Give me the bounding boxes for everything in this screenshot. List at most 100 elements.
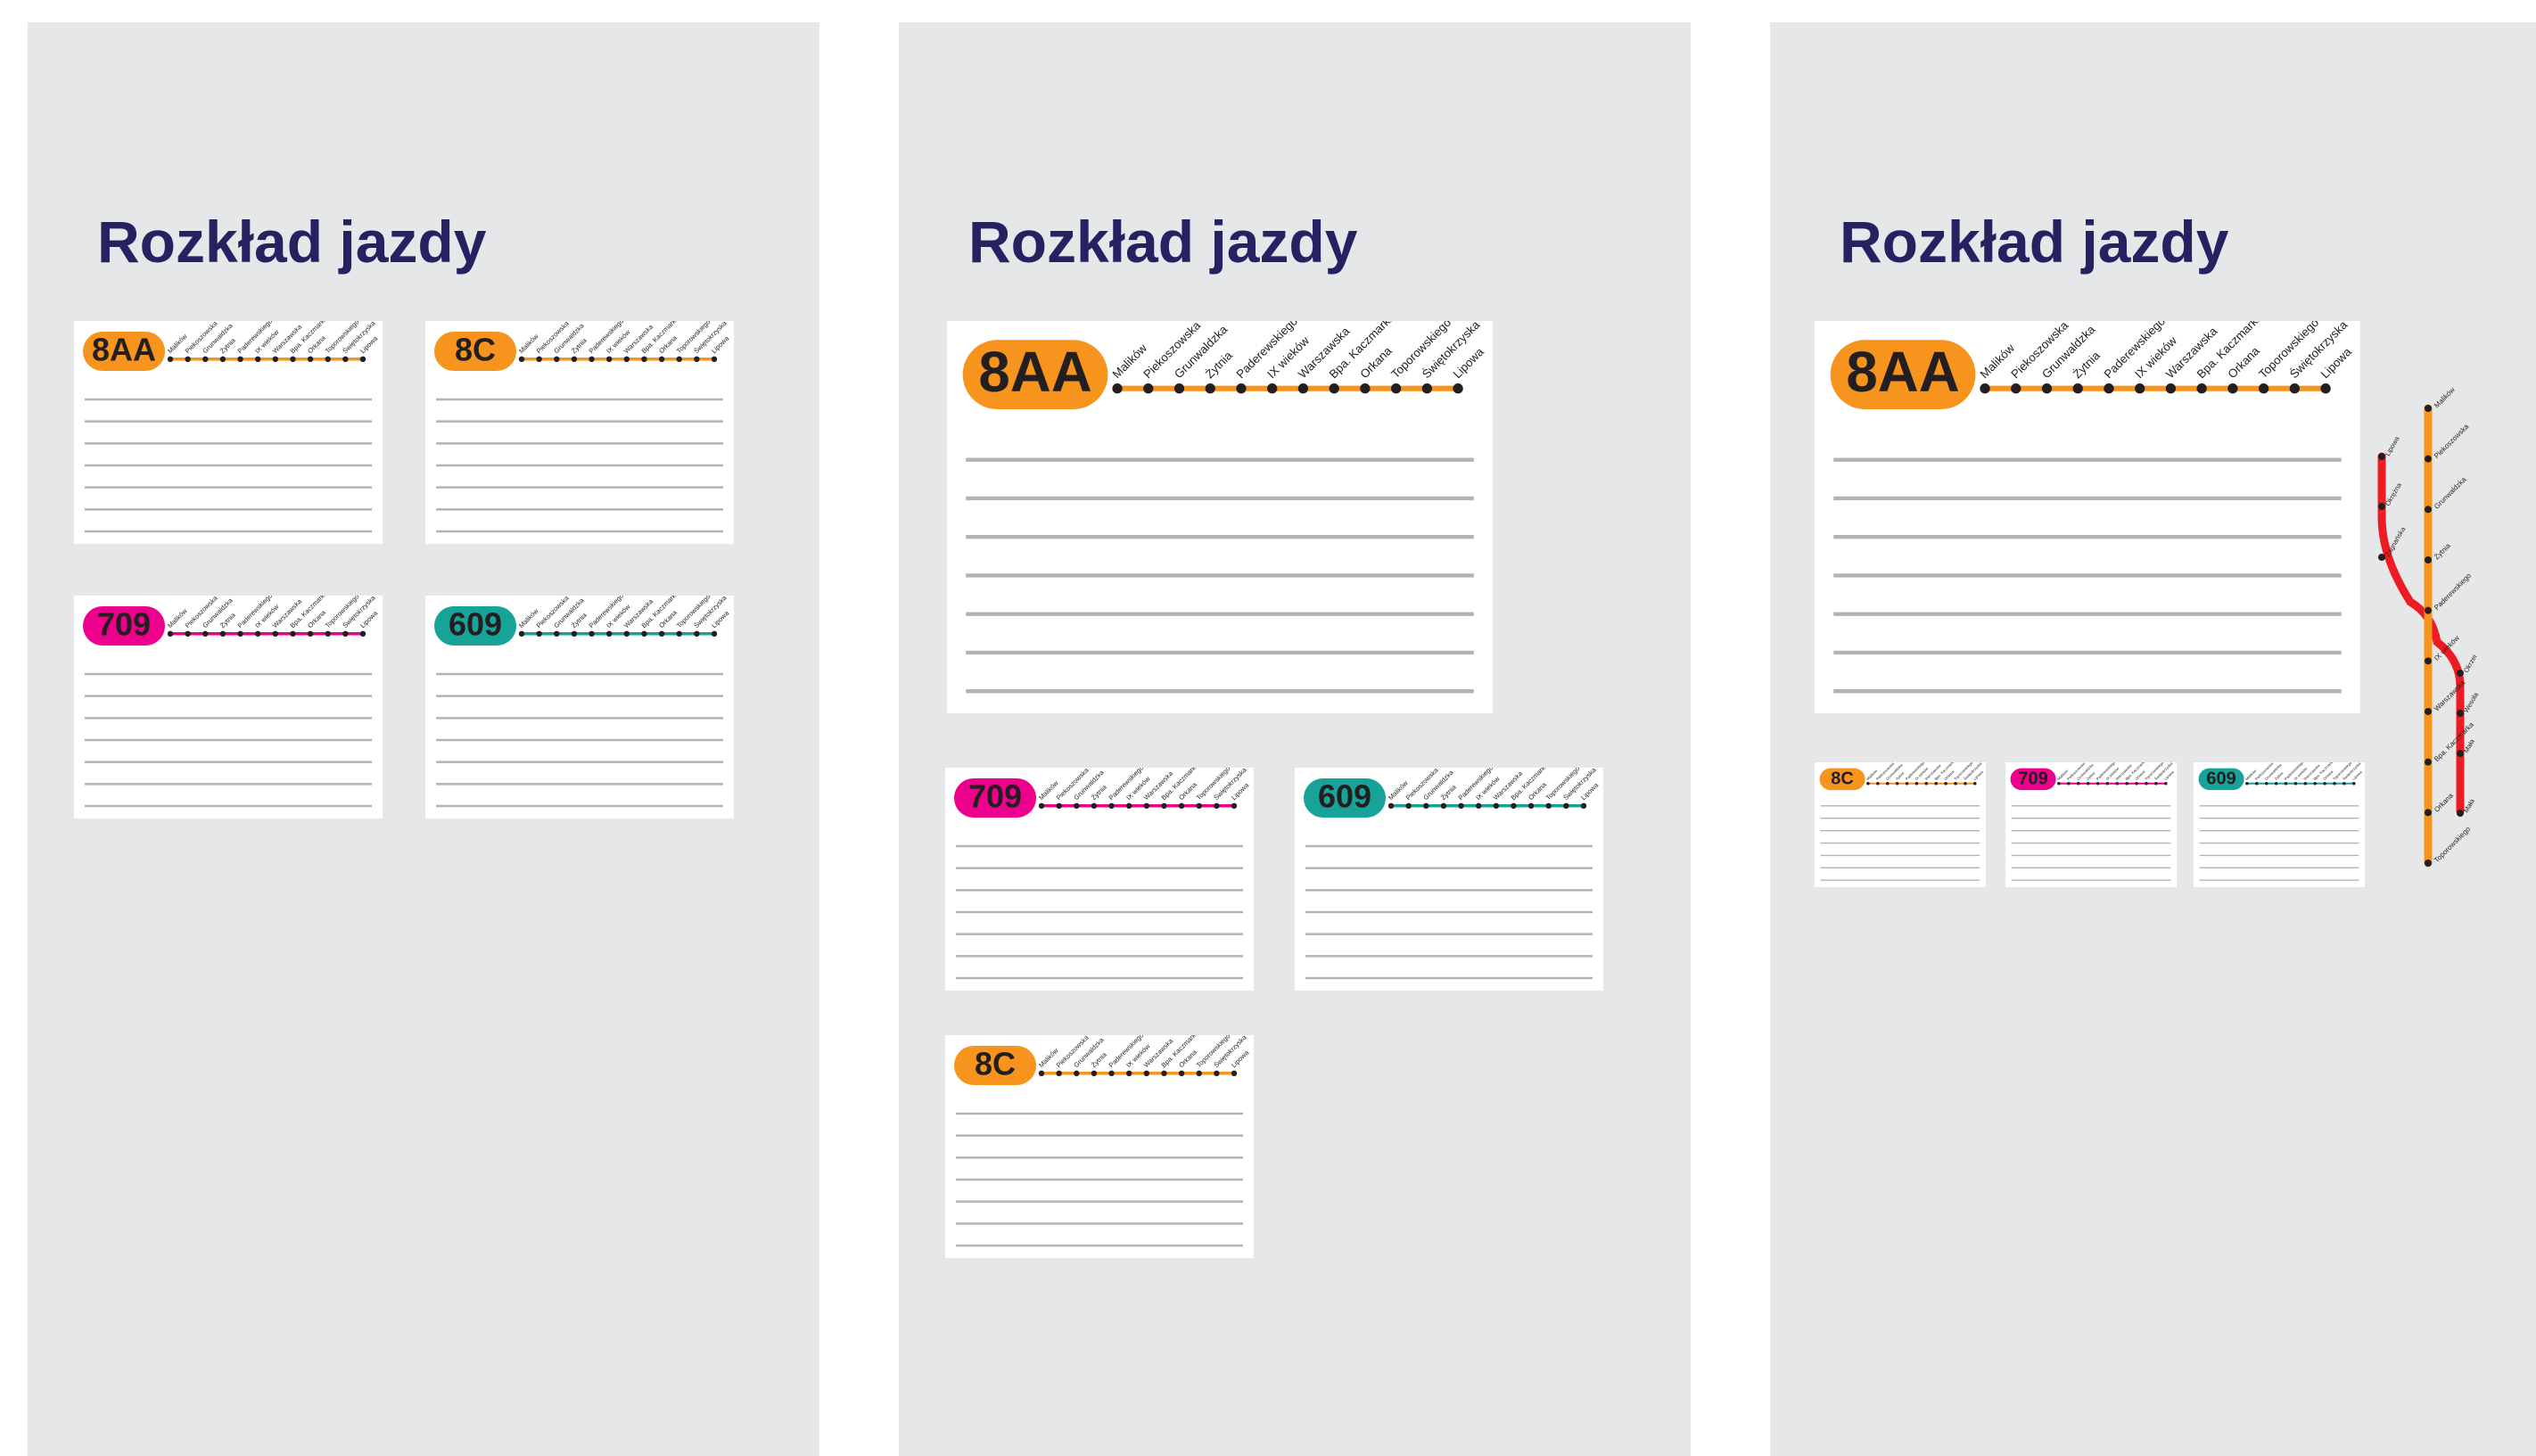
stop-dot bbox=[2057, 781, 2061, 786]
stop-dot bbox=[342, 356, 349, 362]
stop-dot bbox=[290, 630, 296, 637]
stop-dot bbox=[1108, 802, 1115, 809]
stop-dot bbox=[1876, 781, 1880, 786]
stop-dot bbox=[1205, 383, 1215, 394]
stop-dot bbox=[185, 630, 191, 637]
route-number: 8AA bbox=[92, 332, 156, 368]
stop-dot bbox=[1866, 781, 1870, 786]
stop-dot bbox=[1527, 802, 1535, 809]
stop-dot bbox=[1493, 802, 1500, 809]
stop-dot bbox=[237, 356, 243, 362]
stop-dot bbox=[1329, 383, 1339, 394]
map-stop-label: Paderewskiego bbox=[2433, 572, 2473, 612]
stop-dot bbox=[1038, 1070, 1045, 1076]
stop-dot bbox=[272, 356, 279, 362]
stop-dot bbox=[518, 356, 525, 362]
stop-dot bbox=[1074, 802, 1080, 809]
route-number: 609 bbox=[449, 606, 502, 643]
stop-dot bbox=[2067, 781, 2071, 786]
stop-dot bbox=[694, 356, 700, 362]
map-stop bbox=[2425, 405, 2432, 412]
stop-dot bbox=[1108, 1070, 1115, 1076]
stop-dot bbox=[1405, 802, 1412, 809]
map-stop bbox=[2425, 606, 2432, 614]
stop-dot bbox=[1214, 802, 1220, 809]
stop-dot bbox=[2095, 781, 2100, 786]
stop-dot bbox=[307, 630, 314, 637]
stop-dot bbox=[1196, 802, 1202, 809]
stop-dot bbox=[237, 630, 243, 637]
stop-dot bbox=[2154, 781, 2158, 786]
map-stop bbox=[2425, 506, 2432, 514]
stop-dot bbox=[658, 630, 665, 637]
stop-dot bbox=[254, 630, 261, 637]
map-stop bbox=[2425, 708, 2432, 715]
stop-dot bbox=[658, 356, 665, 362]
stop-dot bbox=[1214, 1070, 1220, 1076]
stop-dot bbox=[2164, 781, 2168, 786]
timetable-card-small: 609 Malików Piekoszowska Grunwaldzka Żytnia P… bbox=[2194, 762, 2365, 887]
stop-dot bbox=[290, 356, 296, 362]
red-line bbox=[2377, 452, 2465, 816]
stop-dot bbox=[1056, 1070, 1062, 1076]
stop-dot bbox=[2105, 781, 2110, 786]
map-stop-label: Grunwaldzka bbox=[2433, 475, 2468, 511]
stop-dot bbox=[554, 630, 560, 637]
stop-dot bbox=[1196, 1070, 1202, 1076]
map-stop-label: Piekoszowska bbox=[2433, 422, 2471, 460]
stop-dot bbox=[2041, 383, 2053, 394]
route-number: 8AA bbox=[1846, 341, 1959, 404]
page-title: Rozkład jazdy bbox=[1840, 209, 2229, 275]
stop-dot bbox=[605, 356, 613, 362]
route-number: 709 bbox=[2018, 769, 2047, 789]
stop-dot bbox=[1511, 802, 1517, 809]
stop-dot bbox=[1973, 781, 1977, 786]
timetable-card: 609 Malików Piekoszowska Grunwaldzka Żytnia P… bbox=[425, 596, 734, 818]
stop-dot bbox=[2135, 383, 2145, 394]
stop-dot bbox=[1954, 781, 1957, 786]
card-graphic: 8AA MalikówPiekoszowskaGrunwaldzkaŻytniaP… bbox=[83, 321, 380, 533]
map-stop-label: Okrzei bbox=[2462, 653, 2479, 674]
stop-dot bbox=[325, 356, 331, 362]
stop-dot bbox=[1387, 802, 1395, 809]
map-stop-label: Orkana bbox=[2433, 791, 2455, 813]
stop-dot bbox=[2086, 781, 2090, 786]
stop-dot bbox=[1143, 802, 1150, 809]
stop-dot bbox=[1895, 781, 1899, 786]
stop-dot bbox=[2135, 781, 2138, 786]
stop-dot bbox=[711, 630, 718, 637]
stop-dot bbox=[1905, 781, 1909, 786]
stop-dot bbox=[1125, 802, 1132, 809]
stop-dot bbox=[2293, 781, 2298, 786]
stop-dot bbox=[219, 630, 226, 637]
card-graphic: 709MalikówPiekoszowskaGrunwaldzkaŻytniaP… bbox=[954, 768, 1251, 980]
card-graphic: 8CMalikówPiekoszowskaGrunwaldzkaŻytniaPa… bbox=[434, 321, 731, 533]
stop-dot bbox=[1056, 802, 1062, 809]
stop-dot bbox=[1178, 802, 1185, 809]
stop-dot bbox=[202, 356, 209, 362]
stop-dot bbox=[1173, 383, 1185, 394]
map-stop bbox=[2425, 758, 2432, 766]
stop-dot bbox=[1440, 802, 1447, 809]
timetable-card: 8C Malików Piekoszowska Grunwaldzka Żytnia Pa… bbox=[945, 1035, 1254, 1258]
route-number: 8AA bbox=[978, 341, 1091, 404]
card-graphic: 609MalikówPiekoszowskaGrunwaldzkaŻytniaP… bbox=[1304, 768, 1601, 980]
route-number: 709 bbox=[968, 778, 1022, 815]
stop-dot bbox=[1231, 1070, 1238, 1076]
map-stop-label: Wesoła bbox=[2462, 690, 2481, 714]
stop-dot bbox=[1453, 383, 1463, 394]
card-graphic: 8CMalikówPiekoszowskaGrunwaldzkaŻytniaPa… bbox=[954, 1035, 1251, 1247]
stop-dot bbox=[536, 630, 542, 637]
stop-dot bbox=[1143, 383, 1154, 394]
stop-dot bbox=[359, 630, 366, 637]
timetable-card-small: 709 Malików Piekoszowska Grunwaldzka Żytnia P… bbox=[2005, 762, 2177, 887]
stop-dot bbox=[2072, 383, 2083, 394]
card-graphic: 609MalikówPiekoszowskaGrunwaldzkaŻytniaP… bbox=[434, 596, 731, 808]
stop-dot bbox=[254, 356, 261, 362]
stop-dot bbox=[1178, 1070, 1185, 1076]
card-graphic: 8AA MalikówPiekoszowskaGrunwaldzkaŻytniaP… bbox=[962, 321, 1486, 694]
stop-dot bbox=[1475, 802, 1482, 809]
stop-dot bbox=[2258, 383, 2269, 394]
stop-dot bbox=[1297, 383, 1309, 394]
stop-dot bbox=[2196, 383, 2207, 394]
